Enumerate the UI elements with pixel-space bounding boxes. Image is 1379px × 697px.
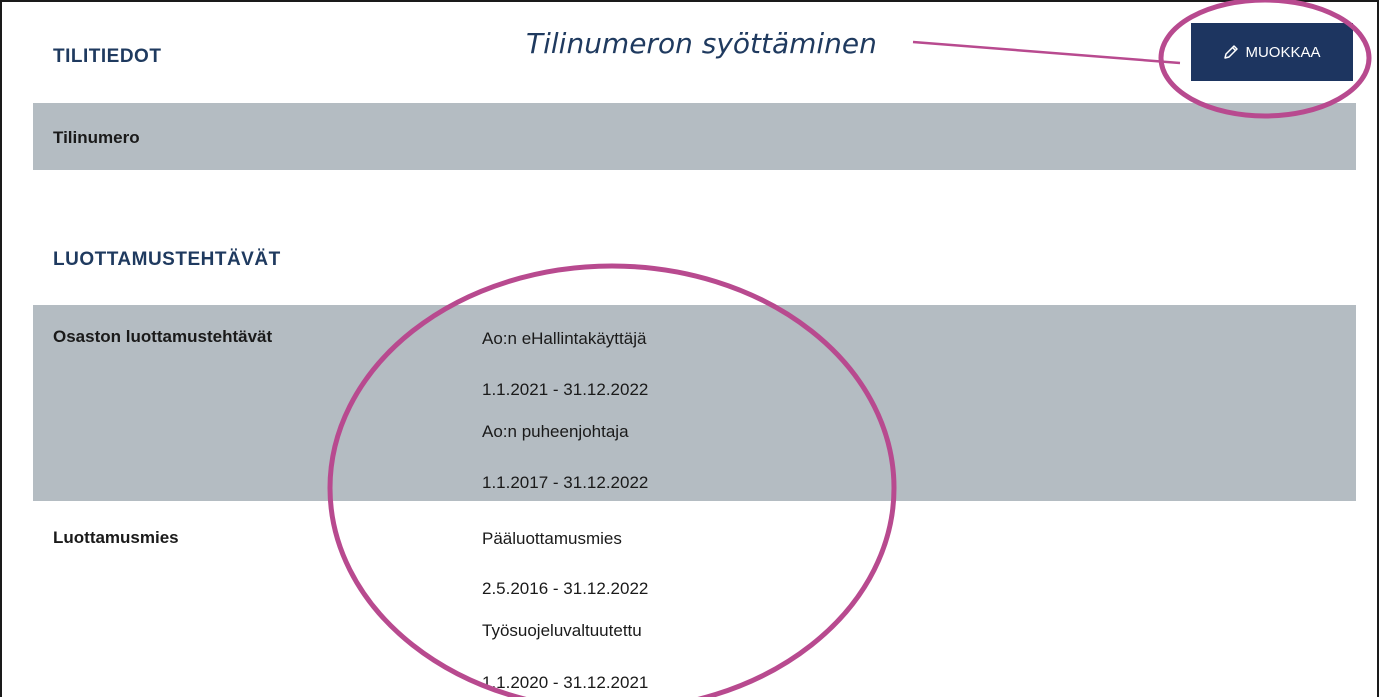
account-section-title: TILITIEDOT: [53, 46, 162, 67]
account-number-label: Tilinumero: [53, 128, 140, 147]
pencil-icon: [1223, 44, 1239, 60]
trust-role: Pääluottamusmies: [482, 529, 622, 548]
trust-period: 2.5.2016 - 31.12.2022: [482, 579, 649, 598]
trust-period: 1.1.2021 - 31.12.2022: [482, 380, 649, 399]
trust-period: 1.1.2017 - 31.12.2022: [482, 473, 649, 492]
trust-role: Ao:n eHallintakäyttäjä: [482, 329, 647, 348]
account-number-row: Tilinumero: [33, 103, 1356, 170]
trust-row-label: Osaston luottamustehtävät: [53, 327, 273, 346]
trust-role: Ao:n puheenjohtaja: [482, 422, 629, 441]
trust-section-title: LUOTTAMUSTEHTÄVÄT: [53, 249, 281, 270]
trust-row-label: Luottamusmies: [53, 528, 179, 547]
edit-button[interactable]: MUOKKAA: [1191, 23, 1353, 81]
trust-role: Työsuojeluvaltuutettu: [482, 621, 642, 640]
trust-period: 1.1.2020 - 31.12.2021: [482, 673, 649, 692]
edit-button-label: MUOKKAA: [1245, 43, 1321, 61]
annotation-label: Tilinumeron syöttäminen: [526, 27, 877, 60]
